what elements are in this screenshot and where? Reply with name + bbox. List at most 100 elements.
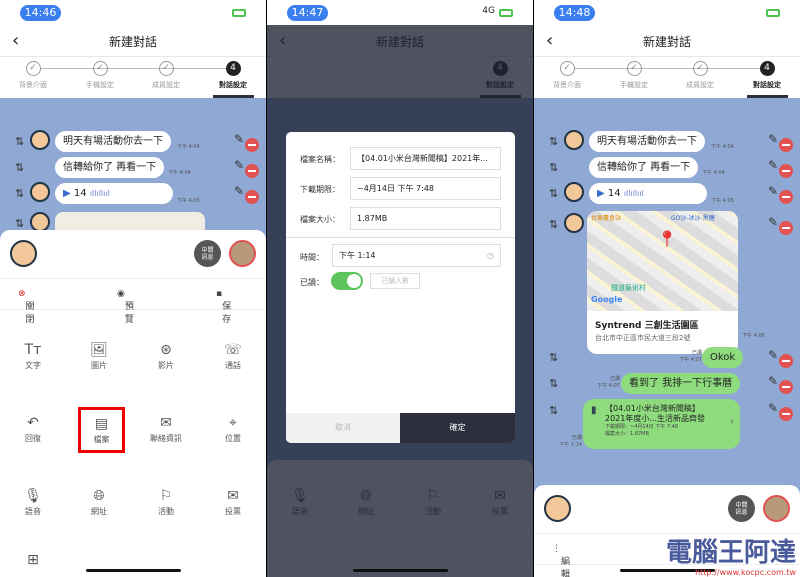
battery-icon <box>232 9 246 17</box>
edit-icon[interactable]: ✎ <box>768 158 778 172</box>
message-bubble[interactable]: Okok <box>702 347 744 368</box>
step-3[interactable]: ✓ 成員設定 <box>136 61 196 90</box>
stepper: ✓ 背景介面 ✓ 手機設定 ✓ 成員設定 4 對話設定 <box>0 57 266 98</box>
grid-text[interactable]: Tт 文字 <box>0 342 66 371</box>
my-avatar[interactable] <box>10 240 37 267</box>
save-button[interactable]: ▪ 保存 <box>216 289 231 325</box>
avatar <box>30 130 50 150</box>
message-row: ⇅ 明天有場活動你去一下 下午 4:04 ✎ <box>534 130 800 156</box>
location-card[interactable]: 📍︎ 鐵道藝術村 Google GO沙-冰沙-黑糖 台東農會站 Syntrend… <box>587 211 738 354</box>
edit-icon[interactable]: ✎ <box>234 184 244 198</box>
grid-voice[interactable]: 🎙︎ 語音 <box>0 488 66 517</box>
grid-file[interactable]: ▤ 檔案 <box>78 407 125 453</box>
grid-contact[interactable]: ✉ 聯絡資訊 <box>133 415 199 444</box>
time-field[interactable]: 下午 1:14 ◷ <box>332 244 501 267</box>
message-bubble[interactable]: 明天有場活動你去一下 <box>589 131 705 152</box>
step-4[interactable]: 4 對話設定 <box>203 61 263 90</box>
delete-button[interactable] <box>779 190 793 204</box>
grid-vote[interactable]: ✉ 投票 <box>200 488 266 517</box>
edit-icon[interactable]: ✎ <box>768 215 778 229</box>
stepper: ✓ 背景介面 ✓ 手機設定 ✓ 成員設定 4 對話設定 <box>534 57 800 98</box>
sort-icon[interactable]: ⇅ <box>549 218 558 231</box>
delete-button[interactable] <box>245 138 259 152</box>
step-1[interactable]: ✓ 背景介面 <box>537 61 597 90</box>
step-1[interactable]: ✓ 背景介面 <box>3 61 63 90</box>
contact-avatar[interactable] <box>763 495 790 522</box>
middle-message-button[interactable]: 中間 訊息 <box>728 495 755 522</box>
screen-2: 14:47 4G ‹新建對話 4對話設定 🎙︎語音 🌐︎網址 ⚐活動 ✉投票 檔… <box>267 0 533 577</box>
sort-icon[interactable]: ⇅ <box>15 161 24 174</box>
delete-button[interactable] <box>779 354 793 368</box>
edit-icon[interactable]: ✎ <box>768 401 778 415</box>
file-message[interactable]: ▮ 【04.01小米台灣新聞稿】 2021年度小...生活新品齊發 下載期限：~… <box>583 399 740 449</box>
voice-message[interactable]: ▶ 14 ıllıllııl <box>589 183 707 204</box>
page-title: 新建對話 <box>642 35 691 49</box>
delete-button[interactable] <box>245 164 259 178</box>
contact-avatar[interactable] <box>229 240 256 267</box>
battery-icon <box>499 9 513 17</box>
cancel-button[interactable]: 取消 <box>286 413 400 443</box>
delete-button[interactable] <box>779 407 793 421</box>
delete-button[interactable] <box>779 164 793 178</box>
file-name-field[interactable]: 【04.01小米台灣新聞稿】2021年... <box>350 147 501 170</box>
sort-icon[interactable]: ⇅ <box>549 377 558 390</box>
sort-icon[interactable]: ⇅ <box>549 135 558 148</box>
expiry-field[interactable]: ~4月14日 下午 7:48 <box>350 177 501 200</box>
read-label: 已讀： <box>300 278 324 287</box>
delete-button[interactable] <box>779 138 793 152</box>
size-field[interactable]: 1.87MB <box>350 207 501 230</box>
message-bubble[interactable]: 信轉給你了 再看一下 <box>589 157 699 178</box>
edit-icon[interactable]: ✎ <box>234 158 244 172</box>
grid-chart[interactable]: ⊞ <box>0 552 66 570</box>
edit-icon[interactable]: ✎ <box>768 132 778 146</box>
sort-icon[interactable]: ⇅ <box>15 217 24 230</box>
my-avatar[interactable] <box>544 495 571 522</box>
edit-icon[interactable]: ✎ <box>768 374 778 388</box>
grid-video[interactable]: ⊛ 影片 <box>133 342 199 371</box>
edit-button[interactable]: ⋮ 編輯 <box>552 544 570 577</box>
voice-message[interactable]: ▶ 14 ıllıllııl <box>55 183 173 204</box>
message-bubble[interactable]: 明天有場活動你去一下 <box>55 131 171 152</box>
sort-icon[interactable]: ⇅ <box>15 135 24 148</box>
grid-image[interactable]: 🖼︎ 圖片 <box>66 342 132 371</box>
step-4[interactable]: 4 對話設定 <box>737 61 797 90</box>
close-button[interactable]: ⊗ 關閉 <box>18 289 35 325</box>
read-toggle[interactable] <box>331 272 363 290</box>
play-icon: ▶ <box>63 188 71 199</box>
signal-indicator: 4G <box>482 6 495 16</box>
watermark-logo: 電腦王阿達 <box>665 538 796 568</box>
delete-button[interactable] <box>779 221 793 235</box>
grid-reply[interactable]: ↶ 回復 <box>0 415 66 444</box>
sort-icon[interactable]: ⇅ <box>549 351 558 364</box>
grid-url[interactable]: 🌐︎ 網址 <box>66 488 132 517</box>
edit-icon[interactable]: ✎ <box>768 348 778 362</box>
message-row: ⇅ 已讀 下午 4:07 Okok ✎ <box>534 346 800 372</box>
message-bubble[interactable]: 信轉給你了 再看一下 <box>55 157 165 178</box>
edit-icon[interactable]: ✎ <box>234 132 244 146</box>
edit-icon[interactable]: ✎ <box>768 184 778 198</box>
grid-location[interactable]: ⌖ 位置 <box>200 415 266 444</box>
sort-icon[interactable]: ⇅ <box>549 404 558 417</box>
sort-icon[interactable]: ⇅ <box>15 187 24 200</box>
message-bubble[interactable]: 看到了 我排一下行事曆 <box>621 373 741 394</box>
step-2[interactable]: ✓ 手機設定 <box>70 61 130 90</box>
grid-event[interactable]: ⚐ 活動 <box>133 488 199 517</box>
map-pin-icon: 📍︎ <box>657 229 678 248</box>
preview-button[interactable]: ◉ 預覽 <box>117 289 134 325</box>
time-label: 時間： <box>300 253 324 262</box>
grid-call[interactable]: ☏ 通話 <box>200 342 266 371</box>
sort-icon[interactable]: ⇅ <box>549 187 558 200</box>
read-count-input[interactable]: 已讀人數 <box>370 273 420 289</box>
avatar <box>30 212 50 232</box>
message-row: ⇅ ▶ 14 ıllıllııl 下午 4:05 ✎ <box>0 182 266 208</box>
confirm-button[interactable]: 確定 <box>400 413 515 443</box>
middle-message-button[interactable]: 中間 訊息 <box>194 240 221 267</box>
avatar <box>564 182 584 202</box>
step-3[interactable]: ✓ 成員設定 <box>670 61 730 90</box>
step-2[interactable]: ✓ 手機設定 <box>604 61 664 90</box>
sort-icon[interactable]: ⇅ <box>549 161 558 174</box>
status-time: 14:46 <box>20 5 61 21</box>
delete-button[interactable] <box>779 380 793 394</box>
delete-button[interactable] <box>245 190 259 204</box>
expiry-label: 下載期限： <box>300 185 340 194</box>
